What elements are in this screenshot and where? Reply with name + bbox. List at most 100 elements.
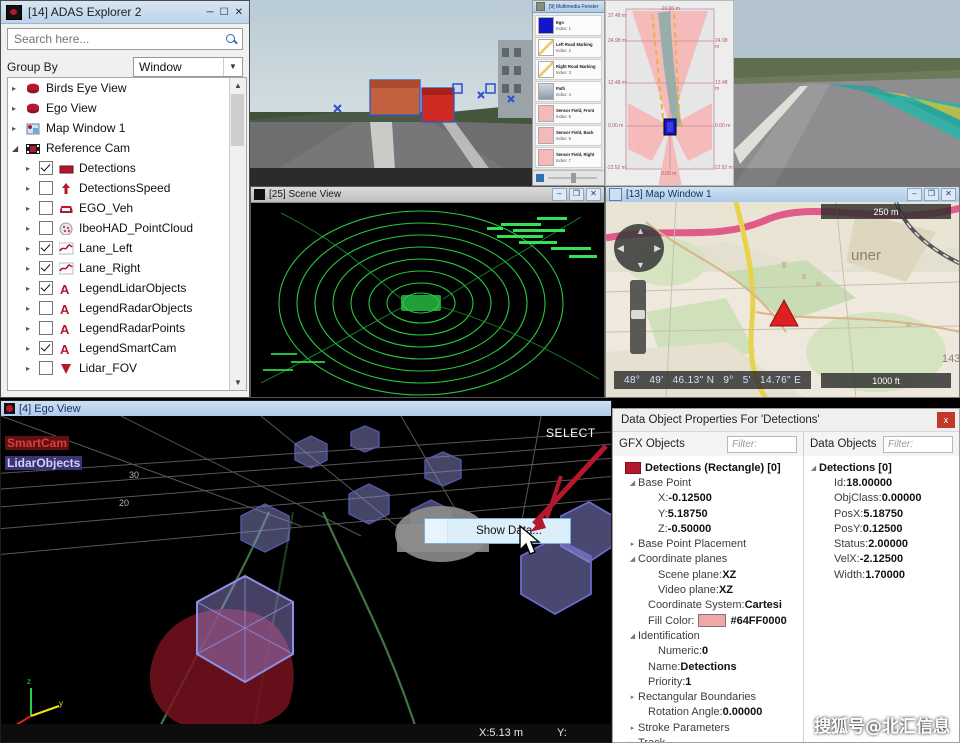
expander-closed-icon[interactable] <box>12 84 25 93</box>
context-menu-item-show-data[interactable]: Show Data... <box>448 525 570 537</box>
data-property-row[interactable]: PosY: 0.12500 <box>804 521 959 536</box>
scene-view-window-controls[interactable]: – ❐ ✕ <box>552 188 604 201</box>
expander-closed-icon[interactable] <box>12 104 25 113</box>
gfx-property-row[interactable]: Numeric: 0 <box>613 644 803 659</box>
tree-item-ego-view[interactable]: Ego View <box>8 98 230 118</box>
tree-item-detections[interactable]: Detections <box>8 158 230 178</box>
map-pan-control[interactable]: ▲ ▼ ◀ ▶ <box>614 224 664 272</box>
fill-color-swatch[interactable] <box>698 614 727 628</box>
close-button[interactable]: x <box>937 412 955 428</box>
data-property-row[interactable]: Id: 18.00000 <box>804 475 959 490</box>
expander-closed-icon[interactable] <box>26 344 39 353</box>
tree-item-legendradarpoints[interactable]: A LegendRadarPoints <box>8 318 230 338</box>
gfx-property-row[interactable]: ▸ Stroke Parameters <box>613 720 803 735</box>
tree-item-lane-left[interactable]: Lane_Left <box>8 238 230 258</box>
gfx-property-row[interactable]: ◢ Identification <box>613 628 803 643</box>
gfx-property-row[interactable]: Z: -0.50000 <box>613 521 803 536</box>
checkbox-legendradarpoints[interactable] <box>39 321 53 335</box>
expander-closed-icon[interactable]: ▸ <box>627 724 638 732</box>
search-icon[interactable] <box>225 33 238 46</box>
search-input[interactable] <box>12 31 225 47</box>
chevron-down-icon[interactable]: ▼ <box>223 57 242 76</box>
sensor-field-plot[interactable]: 24.98 m 12.48 m 0.00 m -12.52 m 24.98 m … <box>605 0 734 186</box>
expander-closed-icon[interactable] <box>26 244 39 253</box>
multimedia-item[interactable]: Sensor Field, Back Index: 6 <box>535 125 602 146</box>
multimedia-item[interactable]: Ego Index: 1 <box>535 15 602 36</box>
expander-closed-icon[interactable] <box>26 224 39 233</box>
restore-button[interactable]: ❐ <box>569 188 584 201</box>
expander-closed-icon[interactable] <box>26 304 39 313</box>
lane-segmentation-view[interactable] <box>734 0 960 186</box>
tree-scrollbar[interactable]: ▲ ▼ <box>229 78 246 390</box>
pan-down-icon[interactable]: ▼ <box>636 260 645 270</box>
expander-open-icon[interactable] <box>12 144 25 153</box>
ego-view-canvas[interactable]: x y z 30 20 SmartCam LidarObjects SELECT… <box>1 416 611 742</box>
scroll-down-icon[interactable]: ▼ <box>230 375 246 390</box>
multimedia-timeline[interactable] <box>533 170 604 185</box>
ego-view-window[interactable]: [4] Ego View y z 30 20 SmartCam LidarObj… <box>0 400 612 743</box>
expander-closed-icon[interactable] <box>26 264 39 273</box>
group-by-select[interactable]: Window ▼ <box>133 56 243 77</box>
expander-open-icon[interactable]: ◢ <box>627 555 638 563</box>
gfx-property-row[interactable]: X: -0.12500 <box>613 491 803 506</box>
minimize-icon[interactable]: ─ <box>207 7 214 18</box>
search-row[interactable] <box>7 28 243 50</box>
minimize-button[interactable]: – <box>907 188 922 201</box>
data-objects-column[interactable]: Data Objects Filter: ◢ Detections [0] Id: … <box>804 432 959 742</box>
multimedia-item[interactable]: Left Road Marking Index: 2 <box>535 37 602 58</box>
close-icon[interactable]: ✕ <box>235 7 243 18</box>
expander-open-icon[interactable]: ◢ <box>808 464 819 472</box>
gfx-property-row[interactable]: Coordinate System: Cartesi <box>613 598 803 613</box>
expander-closed-icon[interactable] <box>26 324 39 333</box>
data-property-row[interactable]: Status: 2.00000 <box>804 536 959 551</box>
data-property-row[interactable]: VelX: -2.12500 <box>804 552 959 567</box>
checkbox-legendsmartcam[interactable] <box>39 341 53 355</box>
checkbox-lane-left[interactable] <box>39 241 53 255</box>
tree-item-legendsmartcam[interactable]: A LegendSmartCam <box>8 338 230 358</box>
checkbox-lane-right[interactable] <box>39 261 53 275</box>
gfx-objects-tree[interactable]: Detections (Rectangle) [0] ◢ Base Point X: … <box>613 456 803 742</box>
object-tree-rows[interactable]: Birds Eye View Ego View Map Window 1 Refere… <box>8 78 230 390</box>
pan-left-icon[interactable]: ◀ <box>617 243 624 254</box>
restore-button[interactable]: ❐ <box>924 188 939 201</box>
expander-closed-icon[interactable]: ▸ <box>627 540 638 548</box>
gfx-property-row[interactable]: ▸ Rectangular Boundaries <box>613 689 803 704</box>
expander-closed-icon[interactable]: ▸ <box>627 693 638 701</box>
data-filter-input[interactable]: Filter: <box>883 435 953 453</box>
multimedia-item[interactable]: Sensor Field, Right Index: 7 <box>535 147 602 168</box>
multimedia-window[interactable]: [9] Multimedia Fenster Ego Index: 1 Left R… <box>532 0 605 186</box>
tree-item-lidar-fov[interactable]: Lidar_FOV <box>8 358 230 378</box>
gfx-property-row[interactable]: Video plane: XZ <box>613 582 803 597</box>
expander-closed-icon[interactable] <box>26 284 39 293</box>
tree-item-ibeohad-pointcloud[interactable]: IbeoHAD_PointCloud <box>8 218 230 238</box>
checkbox-ego-veh[interactable] <box>39 201 53 215</box>
map-window[interactable]: [13] Map Window 1 – ❐ ✕ uner 143 ▲ ▼ ◀ ▶… <box>605 186 960 398</box>
tree-item-reference-cam[interactable]: Reference Cam <box>8 138 230 158</box>
object-tree[interactable]: Birds Eye View Ego View Map Window 1 Refere… <box>7 77 247 391</box>
pan-right-icon[interactable]: ▶ <box>654 243 661 254</box>
multimedia-item[interactable]: Sensor Field, Front Index: 5 <box>535 103 602 124</box>
checkbox-ibeohad-pointcloud[interactable] <box>39 221 53 235</box>
expander-closed-icon[interactable] <box>26 364 39 373</box>
expander-closed-icon[interactable]: ▸ <box>627 739 638 742</box>
multimedia-item-list[interactable]: Ego Index: 1 Left Road Marking Index: 2 Righ… <box>533 13 604 185</box>
multimedia-item[interactable]: Path Index: 4 <box>535 81 602 102</box>
adas-window-controls[interactable]: ─ ☐ ✕ <box>207 7 249 18</box>
map-zoom-slider[interactable] <box>630 280 646 354</box>
gfx-property-row[interactable]: Scene plane: XZ <box>613 567 803 582</box>
gfx-root-node[interactable]: Detections (Rectangle) [0] <box>613 460 803 475</box>
scroll-up-icon[interactable]: ▲ <box>230 78 246 93</box>
gfx-property-row[interactable]: Priority: 1 <box>613 674 803 689</box>
tree-item-detectionsspeed[interactable]: DetectionsSpeed <box>8 178 230 198</box>
scroll-thumb[interactable] <box>231 94 244 146</box>
data-objects-tree[interactable]: ◢ Detections [0] Id: 18.00000 ObjClass: 0.0… <box>804 456 959 742</box>
tree-item-legendlidarobjects[interactable]: A LegendLidarObjects <box>8 278 230 298</box>
close-button[interactable]: ✕ <box>586 188 601 201</box>
checkbox-legendlidarobjects[interactable] <box>39 281 53 295</box>
data-property-row[interactable]: Width: 1.70000 <box>804 567 959 582</box>
reference-cam-view[interactable] <box>250 0 532 186</box>
context-menu[interactable]: Show Data... <box>424 518 571 544</box>
play-icon[interactable] <box>536 174 544 182</box>
expander-closed-icon[interactable] <box>26 204 39 213</box>
gfx-property-row[interactable]: ▸ Base Point Placement <box>613 536 803 551</box>
